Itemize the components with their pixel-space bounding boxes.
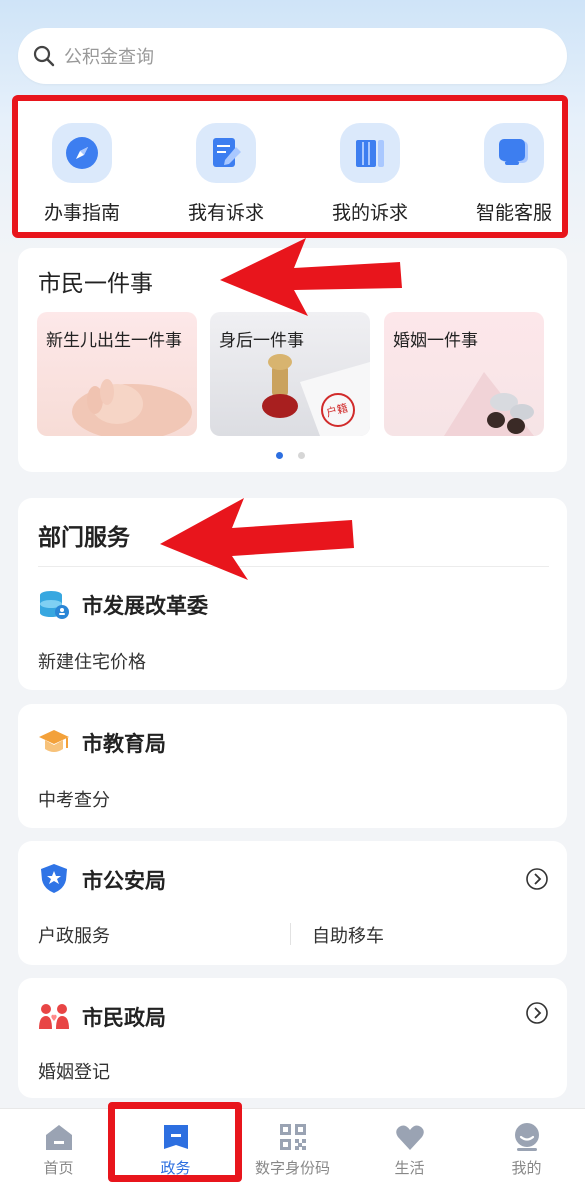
- tile-label: 新生儿出生一件事: [46, 331, 182, 351]
- department-name: 市教育局: [82, 732, 166, 756]
- tab-label: 数字身份码: [254, 1159, 330, 1177]
- book-icon: [340, 123, 400, 183]
- police-shield-icon: [41, 864, 67, 893]
- tab-label: 生活: [394, 1159, 425, 1177]
- department-card: 市公安局 户政服务 自助移车: [18, 841, 567, 965]
- edit-icon: [196, 123, 256, 183]
- tab-government[interactable]: 政务: [117, 1109, 234, 1182]
- qr-code-icon: [280, 1124, 306, 1150]
- search-input[interactable]: 公积金查询: [18, 28, 567, 84]
- quick-action-label: 我的诉求: [331, 202, 408, 224]
- service-link[interactable]: 自助移车: [312, 922, 384, 948]
- heart-icon: [396, 1125, 424, 1150]
- graduation-cap-icon: [39, 730, 69, 752]
- quick-action-submit-request[interactable]: 我有诉求: [166, 101, 286, 232]
- tile-marriage[interactable]: 婚姻一件事: [384, 312, 544, 436]
- quick-action-label: 智能客服: [475, 202, 552, 224]
- carousel-dot: [298, 452, 305, 459]
- quick-action-label: 我有诉求: [187, 202, 264, 224]
- department-services-card: 部门服务 市发展改革委 新建住宅价格: [18, 498, 567, 690]
- department-card: 市教育局 中考查分: [18, 704, 567, 828]
- quick-action-my-requests[interactable]: 我的诉求: [310, 101, 430, 232]
- tab-label: 政务: [160, 1159, 191, 1177]
- service-link[interactable]: 中考查分: [38, 786, 110, 812]
- department-card: 市民政局 婚姻登记: [18, 978, 567, 1098]
- divider: [38, 566, 549, 567]
- department-name: 市发展改革委: [82, 594, 208, 618]
- divider: [290, 923, 291, 945]
- citizen-matters-card: 市民一件事 新生儿出生一件事 身后一件事 户籍 婚姻一件事: [18, 248, 567, 472]
- chevron-right-circle-icon[interactable]: [525, 867, 549, 891]
- quick-action-smart-service[interactable]: 智能客服: [454, 101, 574, 232]
- search-icon: [33, 45, 55, 67]
- tile-after-death[interactable]: 身后一件事 户籍: [210, 312, 370, 436]
- quick-action-label: 办事指南: [43, 202, 120, 224]
- government-icon: [164, 1125, 188, 1149]
- section-title: 市民一件事: [38, 271, 153, 297]
- tab-me[interactable]: 我的: [468, 1109, 585, 1182]
- tile-label: 身后一件事: [219, 331, 304, 351]
- home-icon: [46, 1125, 72, 1150]
- service-link[interactable]: 户政服务: [38, 922, 110, 948]
- tab-label: 首页: [43, 1159, 74, 1177]
- tab-digital-id[interactable]: 数字身份码: [234, 1109, 351, 1182]
- tab-life[interactable]: 生活: [351, 1109, 468, 1182]
- tab-home[interactable]: 首页: [0, 1109, 117, 1182]
- tab-bar: 首页 政务 数字身份码 生活 我的: [0, 1108, 585, 1182]
- carousel-dot-active: [276, 452, 283, 459]
- database-icon: [40, 591, 69, 619]
- service-link[interactable]: 婚姻登记: [38, 1058, 110, 1084]
- people-heart-icon: [39, 1004, 69, 1029]
- department-name: 市公安局: [82, 869, 166, 893]
- quick-action-guide[interactable]: 办事指南: [22, 101, 142, 232]
- tab-label: 我的: [511, 1159, 542, 1177]
- search-placeholder: 公积金查询: [64, 47, 154, 68]
- quick-actions: 办事指南 我有诉求 我的诉求 智能客服: [12, 95, 568, 238]
- department-name: 市民政局: [82, 1006, 166, 1030]
- tile-label: 婚姻一件事: [393, 331, 478, 351]
- section-title: 部门服务: [38, 525, 130, 551]
- compass-icon: [52, 123, 112, 183]
- profile-icon: [515, 1123, 539, 1151]
- chevron-right-circle-icon[interactable]: [525, 1001, 549, 1025]
- tile-newborn[interactable]: 新生儿出生一件事: [37, 312, 197, 436]
- service-link[interactable]: 新建住宅价格: [38, 648, 146, 674]
- chat-icon: [484, 123, 544, 183]
